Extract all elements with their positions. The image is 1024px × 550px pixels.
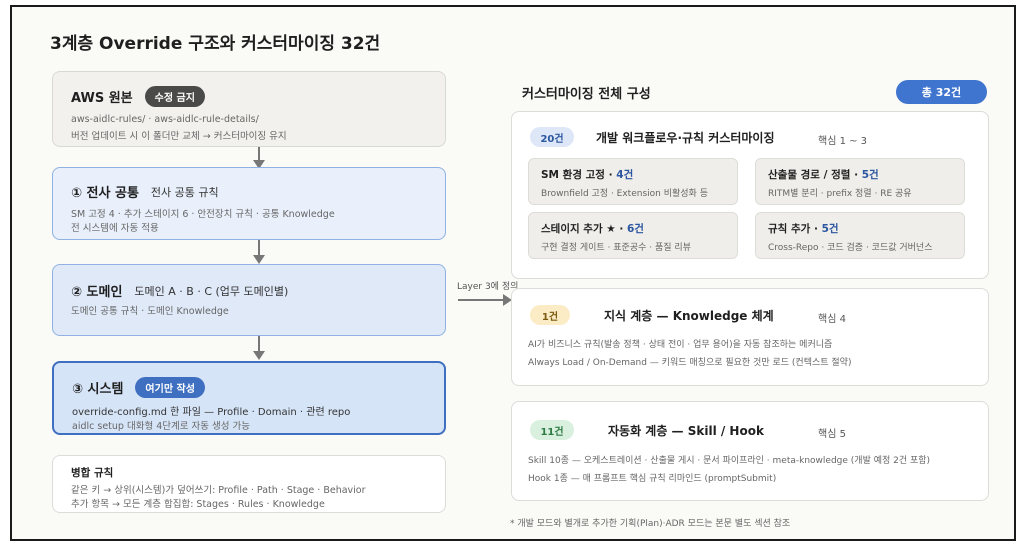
merge-rules-box: 병합 규칙 같은 키 → 상위(시스템)가 덮어쓰기: Profile · Pa…: [52, 455, 446, 513]
page-title: 3계층 Override 구조와 커스터마이징 32건: [50, 34, 381, 54]
sub-stage-add-count: 6건: [626, 223, 644, 235]
customization-title: 커스터마이징 전체 구성: [522, 87, 651, 102]
section-2-name: 지식 계층 — Knowledge 체계: [604, 309, 774, 323]
section-1-count: 20건: [530, 127, 574, 147]
section-3-line-2: Hook 1종 — 매 프롬프트 핵심 규칙 리마인드 (promptSubmi…: [528, 474, 777, 484]
layer-aws-original: AWS 원본 수정 금지 aws-aidlc-rules/ · aws-aidl…: [52, 71, 446, 147]
diagram-frame: 3계층 Override 구조와 커스터마이징 32건 AWS 원본 수정 금지…: [10, 5, 1016, 541]
layer-company-line-2: 전 시스템에 자동 적용: [71, 223, 159, 234]
sub-artifact-path-count: 5건: [861, 169, 879, 181]
section-2-line-2: Always Load / On-Demand — 키워드 매칭으로 필요한 것…: [528, 358, 852, 368]
sub-artifact-path-title: 산출물 경로 / 정렬 ·: [768, 169, 862, 181]
arrow-down-3: [253, 336, 265, 360]
no-edit-badge: 수정 금지: [144, 86, 205, 107]
layer-aws-line-1: aws-aidlc-rules/ · aws-aidlc-rule-detail…: [71, 114, 259, 125]
layer-aws-name: AWS 원본: [71, 91, 133, 106]
sub-sm-env-title: SM 환경 고정 ·: [541, 169, 617, 181]
section-3-count: 11건: [530, 420, 574, 440]
sub-sm-env-count: 4건: [616, 169, 634, 181]
section-automation: 11건 자동화 계층 — Skill / Hook 핵심 5 Skill 10종…: [511, 401, 989, 501]
merge-rules-title: 병합 규칙: [71, 467, 114, 479]
sub-rule-add: 규칙 추가 · 5건 Cross-Repo · 코드 검증 · 코드값 거버넌스: [755, 212, 965, 259]
section-3-line-1: Skill 10종 — 오케스트레이션 · 산출물 게시 · 문서 파이프라인 …: [528, 456, 931, 466]
total-badge: 총 32건: [896, 80, 987, 104]
sub-stage-add-desc: 구현 결정 게이트 · 표준공수 · 품질 리뷰: [541, 243, 691, 253]
layer-domain-subtitle: 도메인 A · B · C (업무 도메인별): [134, 284, 289, 298]
layer-domain-line-1: 도메인 공통 규칙 · 도메인 Knowledge: [71, 306, 229, 317]
sub-stage-add: 스테이지 추가 ★ · 6건 구현 결정 게이트 · 표준공수 · 품질 리뷰: [528, 212, 738, 259]
section-1-name: 개발 워크플로우·규칙 커스터마이징: [596, 131, 775, 145]
layer-domain: ② 도메인 도메인 A · B · C (업무 도메인별) 도메인 공통 규칙 …: [52, 264, 446, 336]
sub-stage-add-title: 스테이지 추가 ★ ·: [541, 223, 627, 235]
layer-company-name: ① 전사 공통: [71, 186, 139, 201]
sub-rule-add-desc: Cross-Repo · 코드 검증 · 코드값 거버넌스: [768, 243, 933, 253]
sub-sm-env: SM 환경 고정 · 4건 Brownfield 고정 · Extension …: [528, 158, 738, 205]
sub-artifact-path: 산출물 경로 / 정렬 · 5건 RITM별 분리 · prefix 정렬 · …: [755, 158, 965, 205]
layer-aws-line-2: 버전 업데이트 시 이 폴더만 교체 → 커스터마이징 유지: [71, 131, 287, 142]
sub-sm-env-desc: Brownfield 고정 · Extension 비활성화 등: [541, 189, 708, 199]
connector-label: Layer 3에 정의: [457, 282, 519, 292]
section-2-count: 1건: [530, 305, 570, 325]
sub-rule-add-count: 5건: [821, 223, 839, 235]
write-here-badge: 여기만 작성: [135, 377, 205, 398]
layer-company-subtitle: 전사 공통 규칙: [150, 185, 219, 199]
section-knowledge: 1건 지식 계층 — Knowledge 체계 핵심 4 AI가 비즈니스 규칙…: [511, 288, 989, 386]
merge-rules-line-2: 추가 항목 → 모든 계층 합집합: Stages · Rules · Know…: [71, 499, 325, 510]
section-2-core: 핵심 4: [818, 314, 846, 325]
merge-rules-line-1: 같은 키 → 상위(시스템)가 덮어쓰기: Profile · Path · S…: [71, 485, 366, 496]
section-2-line-1: AI가 비즈니스 규칙(발송 정책 · 상태 전이 · 업무 용어)을 자동 참…: [528, 340, 833, 350]
sub-artifact-path-desc: RITM별 분리 · prefix 정렬 · RE 공유: [768, 189, 912, 199]
section-1-core: 핵심 1 ~ 3: [818, 136, 868, 147]
layer-company-line-1: SM 고정 4 · 추가 스테이지 6 · 안전장치 규칙 · 공통 Knowl…: [71, 209, 335, 220]
layer-company: ① 전사 공통 전사 공통 규칙 SM 고정 4 · 추가 스테이지 6 · 안…: [52, 167, 446, 240]
sub-rule-add-title: 규칙 추가 ·: [768, 223, 822, 235]
section-3-core: 핵심 5: [818, 429, 846, 440]
arrow-down-2: [253, 240, 265, 264]
layer-system-line-1: override-config.md 한 파일 — Profile · Doma…: [72, 407, 351, 418]
layer-system: ③ 시스템 여기만 작성 override-config.md 한 파일 — P…: [52, 361, 446, 435]
layer-domain-name: ② 도메인: [71, 285, 123, 300]
arrow-down-1: [253, 147, 265, 169]
layer-system-line-2: aidlc setup 대화형 4단계로 자동 생성 가능: [72, 421, 250, 432]
layer-system-name: ③ 시스템: [72, 382, 124, 397]
section-3-name: 자동화 계층 — Skill / Hook: [608, 424, 764, 438]
footnote: * 개발 모드와 별개로 추가한 기획(Plan)·ADR 모드는 본문 별도 …: [510, 519, 791, 529]
arrow-right: [458, 294, 512, 306]
section-dev-workflow: 20건 개발 워크플로우·규칙 커스터마이징 핵심 1 ~ 3 SM 환경 고정…: [511, 111, 989, 279]
